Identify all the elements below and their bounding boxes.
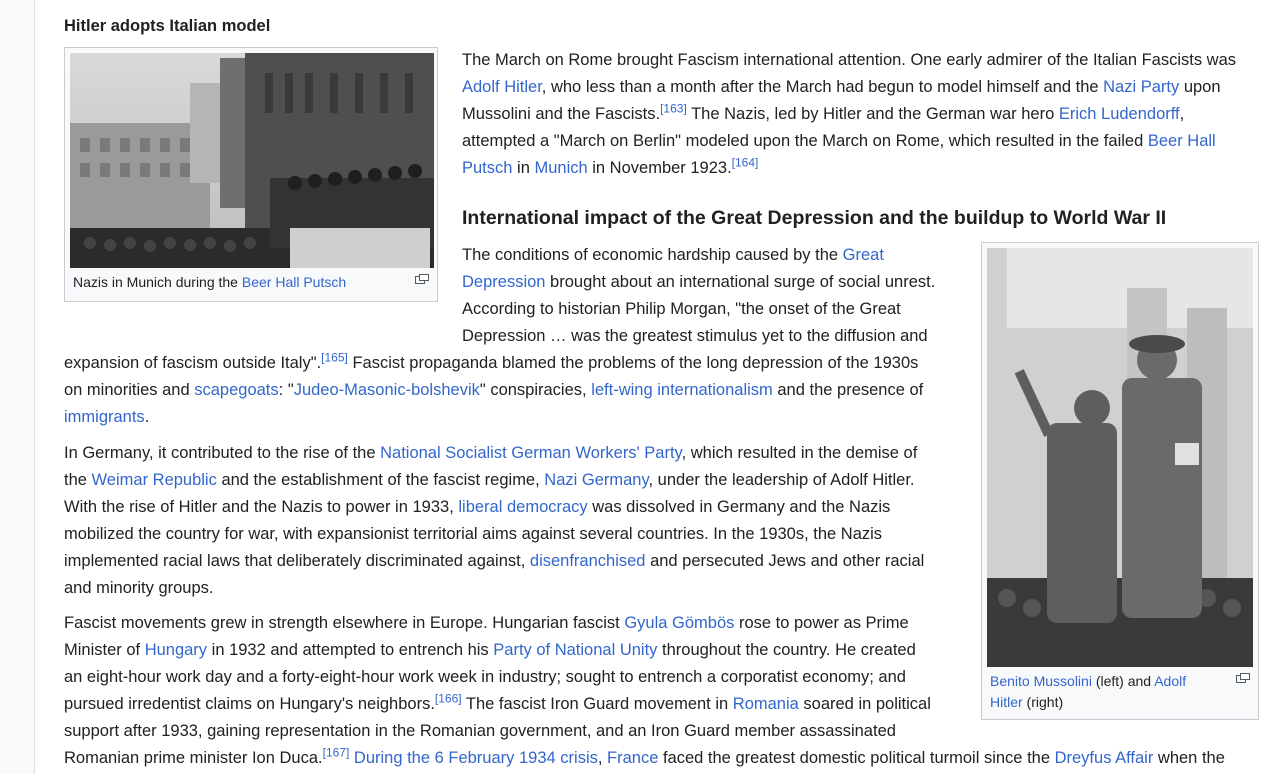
text: Romanian prime minister Ion Duca. [64, 749, 323, 767]
paragraph-fascist-movements-europe: Fascist movements grew in strength elsew… [64, 610, 1225, 772]
text: The conditions of economic hardship caus… [462, 246, 843, 264]
link-6-february-1934-crisis[interactable]: During the 6 February 1934 crisis [354, 749, 598, 767]
text: in [512, 159, 535, 177]
section-heading-hitler-adopts-italian-model: Hitler adopts Italian model [64, 17, 271, 35]
link-nazi-party[interactable]: Nazi Party [1103, 78, 1179, 96]
image-nazis-in-munich[interactable] [70, 53, 434, 268]
citation-167[interactable]: [167] [323, 746, 350, 760]
text: According to historian Philip Morgan, "t… [462, 300, 901, 318]
text: implemented racial laws that deliberatel… [64, 552, 530, 570]
link-romania[interactable]: Romania [733, 695, 799, 713]
text: in 1932 and attempted to entrench his [207, 641, 494, 659]
text: and the establishment of the fascist reg… [216, 471, 545, 489]
text: rose to power as Prime [734, 614, 909, 632]
paragraph-great-depression-cont: expansion of fascism outside Italy".[165… [64, 350, 923, 431]
enlarge-icon[interactable] [1236, 673, 1250, 683]
citation-166[interactable]: [166] [435, 692, 462, 706]
section-heading-great-depression: International impact of the Great Depres… [462, 207, 1167, 229]
paragraph-great-depression: The conditions of economic hardship caus… [462, 242, 935, 350]
text: and the presence of [772, 381, 924, 399]
link-nazi-germany[interactable]: Nazi Germany [544, 471, 648, 489]
link-munich[interactable]: Munich [534, 159, 587, 177]
text: The Nazis, led by Hitler and the German … [686, 105, 1059, 123]
link-gyula-gombos[interactable]: Gyula Gömbös [624, 614, 734, 632]
text: an eight-hour work day and a forty-eight… [64, 668, 906, 686]
text: . [144, 408, 150, 426]
text: The fascist Iron Guard movement in [461, 695, 733, 713]
text: upon [1179, 78, 1221, 96]
paragraph-germany: In Germany, it contributed to the rise o… [64, 440, 924, 602]
text: throughout the country. He created [657, 641, 916, 659]
text: Depression … was the greatest stimulus y… [462, 327, 928, 345]
paragraph-march-on-rome: The March on Rome brought Fascism intern… [462, 47, 1236, 182]
text: In Germany, it contributed to the rise o… [64, 444, 381, 462]
text: , which resulted in the demise of [681, 444, 918, 462]
text: attempted a "March on Berlin" modeled up… [462, 132, 1148, 150]
text: Fascist movements grew in strength elsew… [64, 614, 625, 632]
text: the [64, 471, 92, 489]
link-erich-ludendorff[interactable]: Erich Ludendorff [1059, 105, 1180, 123]
photo-placeholder-munich [70, 53, 434, 268]
link-party-of-national-unity[interactable]: Party of National Unity [493, 641, 657, 659]
text: : " [278, 381, 294, 399]
text: , [1179, 105, 1185, 123]
link-hungary[interactable]: Hungary [145, 641, 207, 659]
citation-163[interactable]: [163] [660, 102, 687, 116]
caption-text: Nazis in Munich during the [73, 274, 242, 290]
article-content: Hitler adopts Italian model Nazis in Mun… [35, 0, 1280, 774]
text: on minorities and [64, 381, 195, 399]
text: mobilized the country for war, with expa… [64, 525, 883, 543]
text: pursued irredentist claims on Hungary's … [64, 695, 435, 713]
text: soared in political [798, 695, 931, 713]
text: expansion of fascism outside Italy". [64, 354, 322, 372]
text: , who less than a month after the March … [541, 78, 1104, 96]
link-left-wing-internationalism[interactable]: left-wing internationalism [591, 381, 773, 399]
link-france[interactable]: France [607, 749, 658, 767]
text: With the rise of Hitler and the Nazis to… [64, 498, 459, 516]
text: faced the greatest domestic political tu… [658, 749, 1055, 767]
text: was dissolved in Germany and the Nazis [587, 498, 891, 516]
text: Fascist propaganda blamed the problems o… [347, 354, 919, 372]
text: and minority groups. [64, 579, 214, 597]
link-beer-hall-putsch-1[interactable]: Beer Hall [1148, 132, 1216, 150]
link-adolf-hitler[interactable]: Adolf Hitler [462, 78, 542, 96]
enlarge-icon[interactable] [415, 274, 429, 284]
image-mussolini-and-hitler[interactable] [987, 248, 1253, 667]
link-weimar-republic[interactable]: Weimar Republic [92, 471, 217, 489]
left-sidebar [0, 0, 35, 774]
text: support after 1933, gaining representati… [64, 722, 896, 740]
link-scapegoats[interactable]: scapegoats [194, 381, 278, 399]
figure-munich: Nazis in Munich during the Beer Hall Put… [64, 47, 438, 302]
link-liberal-democracy[interactable]: liberal democracy [458, 498, 587, 516]
figure-caption-munich: Nazis in Munich during the Beer Hall Put… [73, 272, 403, 293]
text: when the [1153, 749, 1225, 767]
text: The March on Rome brought Fascism intern… [462, 51, 1237, 69]
text: Minister of [64, 641, 145, 659]
link-beer-hall-putsch-2[interactable]: Putsch [462, 159, 512, 177]
citation-164[interactable]: [164] [732, 156, 759, 170]
link-nsdap[interactable]: National Socialist German Workers' Party [380, 444, 681, 462]
text: " conspiracies, [479, 381, 592, 399]
link-great-depression-2[interactable]: Depression [462, 273, 545, 291]
text: , under the leadership of Adolf Hitler. [648, 471, 915, 489]
link-judeo-masonic-bolshevik[interactable]: Judeo-Masonic-bolshevik [294, 381, 480, 399]
photo-placeholder-mussolini-hitler [987, 248, 1253, 667]
link-great-depression-1[interactable]: Great [843, 246, 884, 264]
text: Mussolini and the Fascists. [462, 105, 661, 123]
text: and persecuted Jews and other racial [645, 552, 925, 570]
link-disenfranchised[interactable]: disenfranchised [530, 552, 646, 570]
link-dreyfus-affair[interactable]: Dreyfus Affair [1055, 749, 1154, 767]
link-immigrants[interactable]: immigrants [64, 408, 145, 426]
text: brought about an international surge of … [545, 273, 936, 291]
text: in November 1923. [587, 159, 732, 177]
citation-165[interactable]: [165] [321, 351, 348, 365]
link-beer-hall-putsch-caption[interactable]: Beer Hall Putsch [242, 274, 346, 290]
text: , [597, 749, 608, 767]
